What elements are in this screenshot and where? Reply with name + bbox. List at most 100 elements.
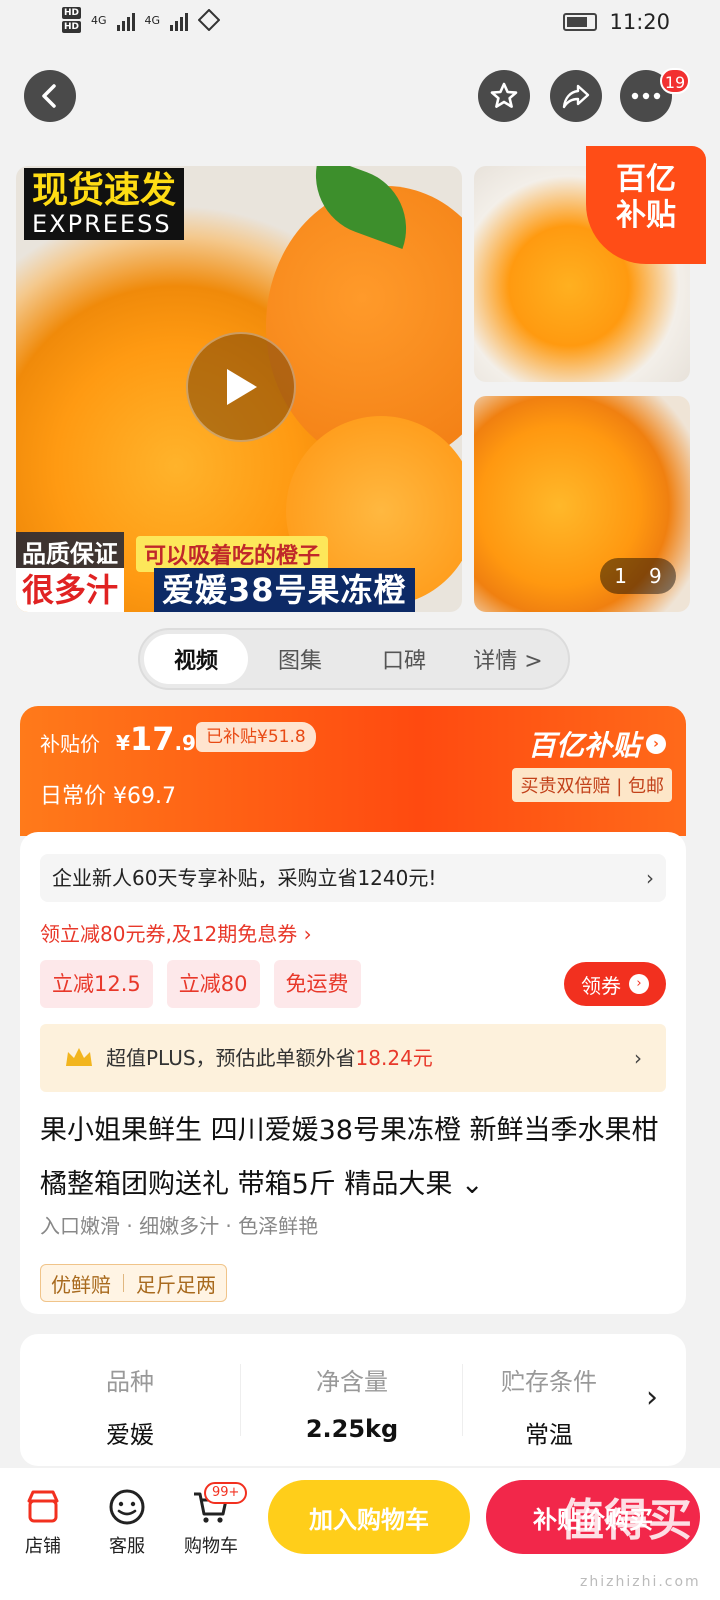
enterprise-promo-text: 企业新人60天专享补贴，采购立省1240元! [52, 866, 437, 890]
chat-face-icon [109, 1489, 145, 1525]
watermark-url: zhizhizhi.com [580, 1574, 701, 1590]
more-dots-icon [631, 92, 661, 100]
product-title[interactable]: 果小姐果鲜生 四川爱媛38号果冻橙 新鲜当季水果柑橘整箱团购送礼 带箱5斤 精品… [40, 1104, 670, 1212]
spec-item: 贮存条件 常温 [464, 1362, 634, 1450]
hd-label-1: HD [62, 7, 82, 19]
currency-symbol: ¥ [116, 731, 130, 755]
share-button[interactable] [550, 70, 602, 122]
slogan-tag: 可以吸着吃的橙子 [136, 536, 329, 572]
product-info-card: 企业新人60天专享补贴，采购立省1240元! › 领立减80元券,及12期免息券… [20, 832, 686, 1314]
spec-card[interactable]: 品种 爱媛 净含量 2.25kg 贮存条件 常温 › [20, 1334, 686, 1466]
product-banner: 爱媛38号果冻橙 [154, 568, 415, 612]
get-coupon-label: 领券 [581, 973, 621, 998]
play-video-button[interactable] [186, 332, 296, 442]
price-card: 补贴价 ¥17.9 已补贴¥51.8 日常价 ¥69.7 百亿补贴 › 买贵双倍… [20, 706, 686, 836]
star-icon [490, 82, 518, 108]
spec-value: 爱媛 [106, 1421, 154, 1449]
express-en-text: EXPREESS [32, 210, 172, 238]
enterprise-promo[interactable]: 企业新人60天专享补贴，采购立省1240元! › [40, 854, 666, 902]
network-label-2: 4G [144, 13, 161, 27]
cart-label: 购物车 [184, 1536, 238, 1557]
subsidy-price-label: 补贴价 [40, 732, 100, 756]
juicy-tag: 很多汁 [16, 568, 125, 612]
tab-gallery[interactable]: 图集 [248, 634, 352, 684]
plus-membership-banner[interactable]: 超值PLUS，预估此单额外省18.24元 › [40, 1024, 666, 1092]
chevron-right-icon: › [646, 1380, 658, 1415]
chevron-right-icon: › [629, 974, 649, 994]
spec-item: 品种 爱媛 [20, 1362, 240, 1450]
signal-icon [116, 9, 135, 31]
subsidy-price: ¥17.9 [116, 720, 196, 758]
coupon-link[interactable]: 领立减80元券,及12期免息券 › [40, 918, 312, 947]
guarantee-2: 足斤足两 [136, 1272, 216, 1297]
spec-key: 品种 [106, 1368, 154, 1396]
guarantee-1: 优鲜赔 [51, 1272, 111, 1297]
favorite-button[interactable] [478, 70, 530, 122]
media-tabs: 视频 图集 口碑 详情 > [138, 628, 570, 690]
subsidy-guarantee: 买贵双倍赔 | 包邮 [512, 768, 672, 802]
price-decimal: .9 [174, 731, 196, 755]
subsidy-corner-badge: 百亿 补贴 [586, 146, 706, 264]
tab-reviews[interactable]: 口碑 [352, 634, 456, 684]
nfc-icon [198, 9, 221, 31]
status-left: HD HD 4G 4G [62, 6, 221, 34]
cart-count-badge: 99+ [204, 1482, 248, 1504]
customer-service-label: 客服 [109, 1536, 145, 1557]
product-features: 入口嫩滑 · 细嫩多汁 · 色泽鲜艳 [40, 1214, 319, 1238]
plus-text: 超值PLUS，预估此单额外省 [106, 1046, 356, 1070]
regular-price: 日常价 ¥69.7 [40, 784, 176, 809]
network-label-1: 4G [91, 13, 107, 27]
hd-indicator: HD HD [62, 6, 82, 34]
subsidy-brand-link[interactable]: 百亿补贴 › [528, 724, 666, 764]
store-label: 店铺 [25, 1536, 61, 1557]
status-right: 11:20 [563, 10, 670, 34]
add-to-cart-button[interactable]: 加入购物车 [268, 1480, 470, 1554]
spec-value: 常温 [525, 1421, 573, 1449]
chevron-right-icon: › [646, 734, 666, 754]
watermark-logo: 值得买 [560, 1495, 692, 1546]
signal-icon-2 [170, 9, 189, 31]
plus-amount: 18.24元 [355, 1046, 433, 1070]
main-product-image[interactable]: 现货速发 EXPREESS 品质保证 可以吸着吃的橙子 很多汁 爱媛38号果冻橙 [16, 166, 462, 612]
play-icon [227, 369, 257, 405]
customer-service-button[interactable]: 客服 [92, 1482, 162, 1558]
get-coupon-button[interactable]: 领券 › [564, 962, 666, 1006]
spec-key: 贮存条件 [501, 1368, 597, 1396]
pager-current: 1 [614, 564, 627, 588]
coupon-chip[interactable]: 免运费 [273, 960, 361, 1008]
spec-item: 净含量 2.25kg [242, 1362, 462, 1443]
tab-video[interactable]: 视频 [144, 634, 248, 684]
service-guarantee[interactable]: 优鲜赔 足斤足两 [40, 1264, 227, 1302]
clock: 11:20 [609, 10, 670, 34]
chevron-right-icon: › [646, 866, 654, 890]
quality-tag: 品质保证 [16, 532, 124, 571]
back-arrow-icon [42, 84, 56, 108]
price-integer: 17 [129, 720, 175, 758]
spec-value: 2.25kg [305, 1415, 399, 1443]
tab-details[interactable]: 详情 > [456, 634, 560, 684]
express-cn-text: 现货速发 [32, 170, 177, 211]
back-button[interactable] [24, 70, 76, 122]
crown-icon [66, 1048, 92, 1066]
share-icon [562, 84, 590, 109]
coupon-chip[interactable]: 立减80 [166, 960, 260, 1008]
corner-badge-line-2: 补贴 [616, 198, 676, 233]
hd-label-2: HD [62, 21, 82, 33]
chevron-right-icon: › [634, 1046, 642, 1070]
coupon-chip[interactable]: 立减12.5 [40, 960, 153, 1008]
spec-key: 净含量 [316, 1368, 388, 1396]
battery-icon [563, 13, 598, 31]
subsidy-brand-text: 百亿补贴 [527, 729, 640, 762]
store-button[interactable]: 店铺 [8, 1482, 78, 1558]
divider [462, 1364, 463, 1436]
express-tag: 现货速发 EXPREESS [24, 168, 185, 240]
corner-badge-line-1: 百亿 [616, 162, 676, 197]
subsidy-amount-tag: 已补贴¥51.8 [196, 722, 316, 752]
store-icon [27, 1490, 59, 1523]
image-pager: 1 9 [600, 558, 676, 594]
more-badge: 19 [660, 68, 690, 94]
coupon-chips: 立减12.5 立减80 免运费 [40, 960, 361, 1008]
pager-total: 9 [649, 564, 662, 588]
divider [123, 1274, 124, 1292]
status-bar: HD HD 4G 4G 11:20 [0, 0, 720, 48]
